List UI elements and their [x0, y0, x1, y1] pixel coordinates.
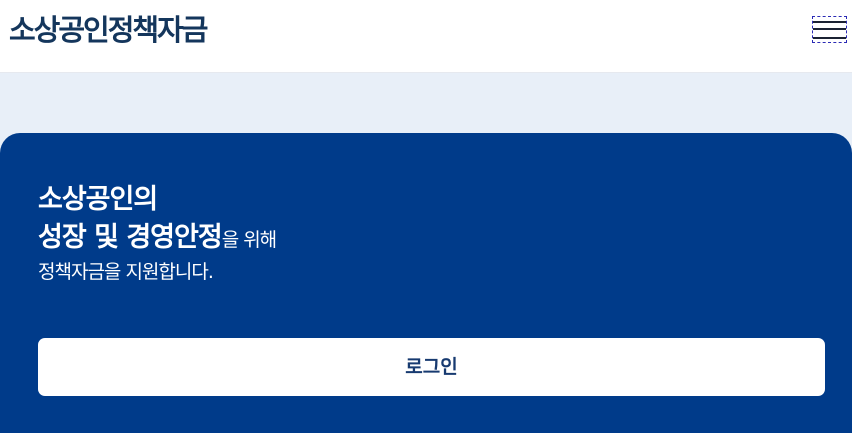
hero-description: 정책자금을 지원합니다. — [38, 261, 214, 283]
hero-heading-emphasis: 성장 및 경영안정 — [38, 222, 223, 253]
hero-panel: 소상공인의 성장 및 경영안정을 위해 정책자금을 지원합니다. 로그인 — [0, 133, 852, 433]
menu-bar-bottom — [813, 37, 846, 39]
site-header: 소상공인정책자금 — [0, 0, 852, 73]
menu-bar-top — [813, 21, 846, 23]
menu-bar-middle — [813, 28, 846, 30]
login-button[interactable]: 로그인 — [38, 338, 825, 396]
hero-heading-line2: 성장 및 경영안정을 위해 — [38, 220, 277, 259]
hamburger-menu-icon[interactable] — [812, 16, 847, 43]
hero-heading-suffix: 을 위해 — [221, 229, 277, 251]
site-title[interactable]: 소상공인정책자금 — [9, 10, 208, 50]
hero-heading-line1: 소상공인의 — [38, 184, 158, 215]
